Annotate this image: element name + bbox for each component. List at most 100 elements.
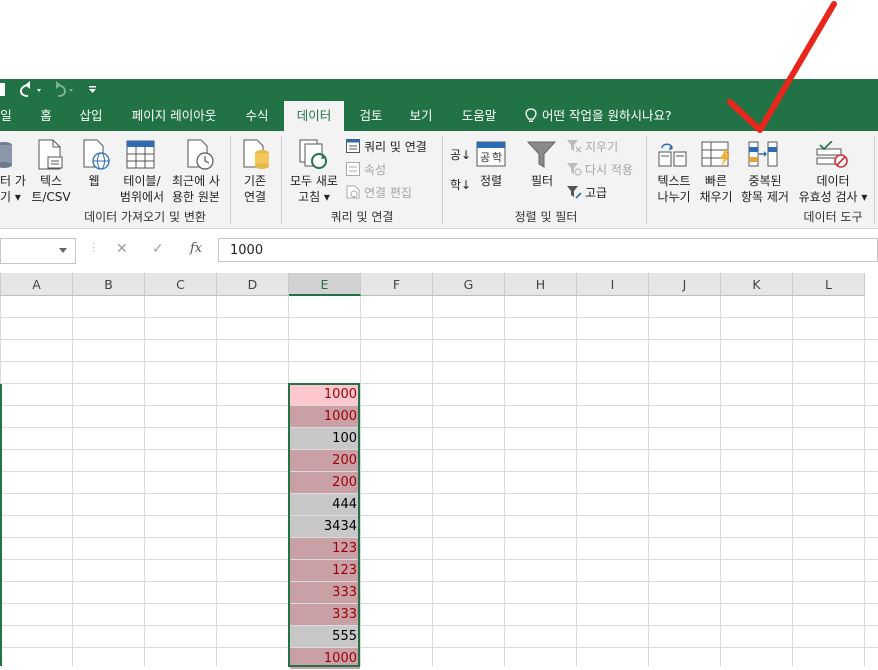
existing-connections-icon	[242, 139, 272, 174]
svg-text:학: 학	[492, 151, 502, 164]
tab-page-layout[interactable]: 페이지 레이아웃	[124, 101, 224, 131]
column-header-b[interactable]: B	[73, 273, 145, 296]
cell-e6[interactable]: 444	[290, 494, 360, 515]
flash-fill-label-2: 채우기	[699, 190, 733, 204]
recent-sources-icon	[186, 139, 216, 174]
queries-connections-icon	[346, 139, 360, 156]
formula-input[interactable]: 1000	[218, 238, 878, 262]
tab-formulas-label: 수식	[245, 108, 269, 123]
column-header-e[interactable]: E	[289, 273, 361, 296]
tab-data-label: 데이터	[296, 108, 332, 123]
tab-file[interactable]: 일	[0, 101, 12, 131]
column-header-k[interactable]: K	[721, 273, 793, 296]
text-csv-label-1: 텍스	[39, 174, 63, 188]
get-data-button[interactable]: 터 가 기 ▾	[0, 173, 26, 205]
separator	[281, 136, 282, 224]
tell-me-text: 어떤 작업을 원하시나요?	[542, 108, 672, 123]
column-header-c[interactable]: C	[145, 273, 217, 296]
data-validation-icon	[816, 140, 850, 172]
get-data-label-1: 터 가	[0, 174, 26, 188]
advanced-button[interactable]: 고급	[585, 185, 607, 201]
tab-formulas[interactable]: 수식	[238, 101, 276, 131]
tab-insert-label: 삽입	[79, 108, 103, 123]
sort-descending-button[interactable]: 학↓	[450, 177, 471, 193]
sort-button[interactable]: 정렬	[472, 173, 510, 189]
separator	[646, 136, 647, 224]
existing-connections-button[interactable]: 기존 연결	[236, 173, 274, 205]
column-header-j[interactable]: J	[649, 273, 721, 296]
enter-icon: ✓	[152, 241, 164, 257]
recent-sources-button[interactable]: 최근에 사 용한 원본	[166, 173, 226, 205]
from-web-button[interactable]: 웹	[80, 173, 108, 189]
tab-review[interactable]: 검토	[352, 101, 390, 131]
sort-ascending-button[interactable]: 공↓	[450, 147, 471, 163]
refresh-all-icon	[298, 139, 330, 174]
flash-fill-label-1: 빠른	[704, 174, 728, 188]
column-header-i[interactable]: I	[577, 273, 649, 296]
cell-e12[interactable]: 555	[290, 626, 360, 647]
existing-label-2: 연결	[243, 190, 267, 204]
web-label: 웹	[88, 174, 100, 188]
data-tools-group-label: 데이터 도구	[803, 210, 863, 224]
column-header-d[interactable]: D	[217, 273, 289, 296]
from-table-button[interactable]: 테이블/ 범위에서	[114, 173, 170, 205]
refresh-all-button[interactable]: 모두 새로 고침 ▾	[284, 173, 344, 205]
tab-view[interactable]: 보기	[402, 101, 440, 131]
data-validation-button[interactable]: 데이터 유효성 검사 ▾	[794, 173, 872, 205]
text-csv-label-2: 트/CSV	[31, 190, 71, 204]
separator	[874, 136, 875, 224]
cell-e9[interactable]: 123	[290, 560, 360, 581]
refresh-label-2: 고침 ▾	[298, 190, 330, 204]
cancel-icon: ✕	[116, 241, 128, 257]
tab-help[interactable]: 도움말	[456, 101, 502, 131]
data-validation-label-2: 유효성 검사 ▾	[798, 190, 868, 204]
get-transform-group-label: 데이터 가져오기 및 변환	[84, 210, 206, 224]
column-header-h[interactable]: H	[505, 273, 577, 296]
cell-e11[interactable]: 333	[290, 604, 360, 625]
red-checkmark-icon	[727, 1, 837, 133]
cell-e10[interactable]: 333	[290, 582, 360, 603]
table-range-icon	[126, 140, 156, 173]
column-header-g[interactable]: G	[433, 273, 505, 296]
queries-connections-button[interactable]: 쿼리 및 연결	[364, 139, 427, 155]
tab-help-label: 도움말	[461, 108, 497, 123]
tab-home[interactable]: 홈	[34, 101, 58, 131]
filter-icon	[526, 140, 557, 173]
column-header-a[interactable]: A	[1, 273, 73, 296]
worksheet-grid[interactable]: 1000 1000 100 200 200 444 3434 123 123 333 333 555 1…	[0, 296, 878, 669]
column-header-l[interactable]: L	[793, 273, 865, 296]
name-box[interactable]	[0, 238, 76, 264]
text-to-columns-label-2: 나누기	[657, 190, 691, 204]
formula-bar-grip-icon: ⋮	[88, 241, 99, 254]
reapply-button: 다시 적용	[585, 163, 633, 177]
insert-function-button[interactable]: fx	[190, 241, 202, 256]
cell-e2[interactable]: 1000	[290, 406, 360, 427]
web-icon	[82, 139, 112, 174]
tab-data[interactable]: 데이터	[284, 101, 344, 131]
cell-e8[interactable]: 123	[290, 538, 360, 559]
cell-e7[interactable]: 3434	[290, 516, 360, 537]
advanced-filter-icon	[566, 185, 582, 202]
text-to-columns-button[interactable]: 텍스트 나누기	[652, 173, 696, 205]
tell-me-box[interactable]: 어떤 작업을 원하시나요?	[520, 101, 680, 131]
cell-e1[interactable]: 1000	[290, 384, 360, 405]
remove-duplicates-label-2: 항목 제거	[741, 190, 789, 204]
refresh-label-1: 모두 새로	[290, 174, 338, 188]
filter-button[interactable]: 필터	[522, 173, 562, 189]
tab-insert[interactable]: 삽입	[74, 101, 108, 131]
cell-e5[interactable]: 200	[290, 472, 360, 493]
from-text-csv-button[interactable]: 텍스 트/CSV	[28, 173, 74, 205]
cell-e4[interactable]: 200	[290, 450, 360, 471]
flash-fill-button[interactable]: 빠른 채우기	[696, 173, 736, 205]
column-header-f[interactable]: F	[361, 273, 433, 296]
edit-links-button: 연결 편집	[364, 186, 412, 200]
row-header-edge	[0, 384, 2, 666]
cell-e3[interactable]: 100	[290, 428, 360, 449]
text-to-columns-label-1: 텍스트	[657, 174, 691, 188]
from-text-icon	[0, 140, 14, 173]
remove-duplicates-label-1: 중복된	[748, 174, 782, 188]
remove-duplicates-button[interactable]: 중복된 항목 제거	[736, 173, 794, 205]
tab-review-label: 검토	[359, 108, 383, 123]
separator	[442, 136, 443, 224]
flash-fill-icon	[701, 140, 733, 171]
